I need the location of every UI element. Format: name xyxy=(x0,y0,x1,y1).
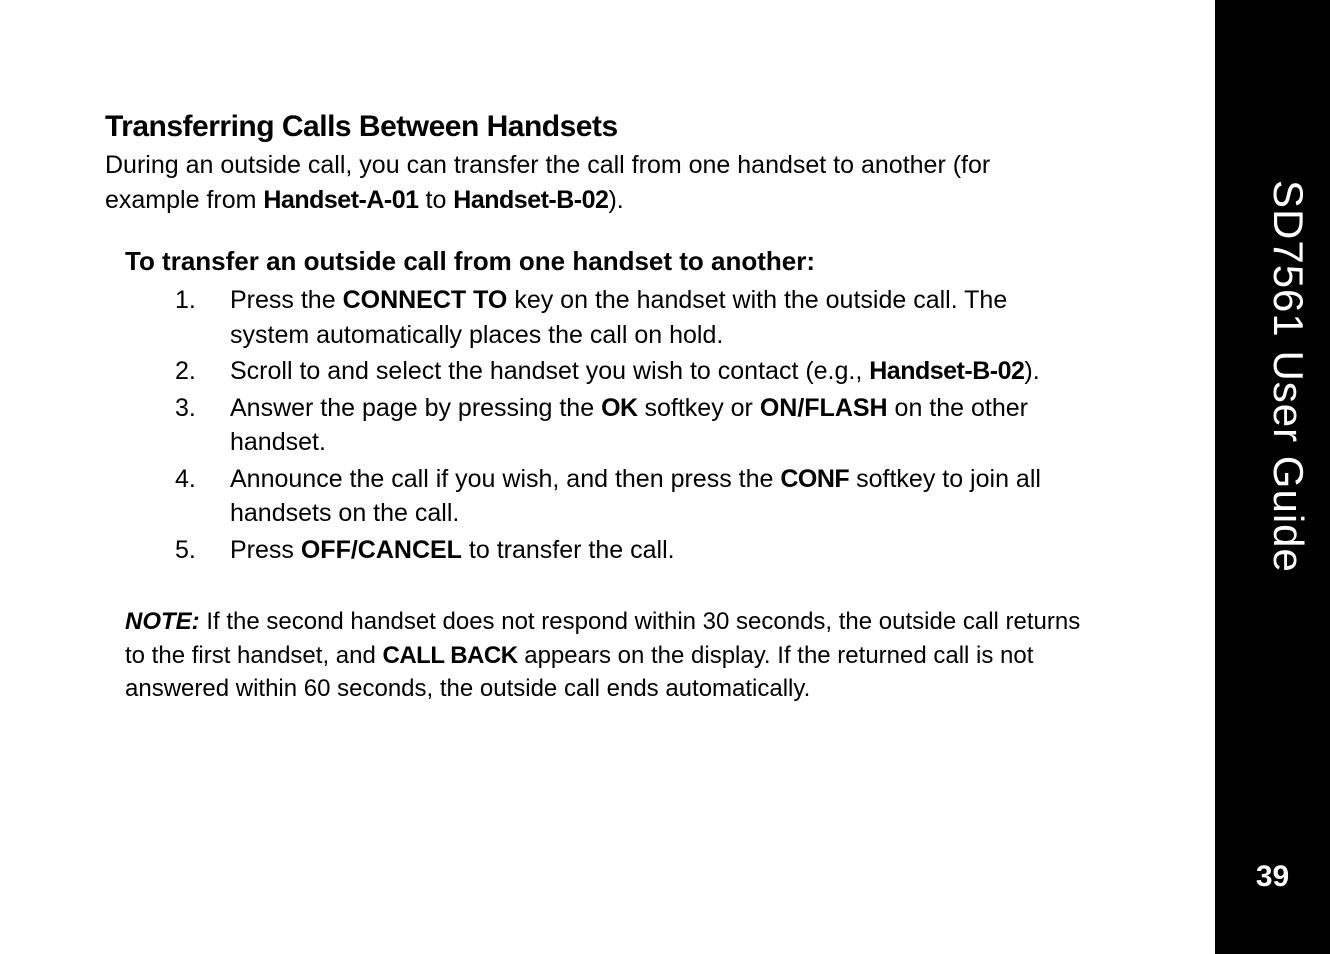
intro-text-after: ). xyxy=(608,186,623,214)
intro-paragraph: During an outside call, you can transfer… xyxy=(105,148,1065,218)
handset-a-label: Handset-A-01 xyxy=(263,186,418,214)
step-number: 4. xyxy=(165,462,230,531)
step-text-part: OFF/CANCEL xyxy=(301,536,462,564)
step-text: Press the CONNECT TO key on the handset … xyxy=(230,283,1065,352)
step-text-part: Scroll to and select the handset you wis… xyxy=(230,357,869,385)
note-text-part: CALL BACK xyxy=(383,642,518,669)
section-title: Transferring Calls Between Handsets xyxy=(105,110,1175,144)
step-text-part: ). xyxy=(1024,357,1039,385)
step-text-part: Handset-B-02 xyxy=(869,357,1024,385)
step-number: 3. xyxy=(165,391,230,460)
step-row: 1.Press the CONNECT TO key on the handse… xyxy=(165,283,1065,352)
step-number: 2. xyxy=(165,354,230,389)
step-text-part: ON/FLASH xyxy=(760,394,888,422)
step-row: 3.Answer the page by pressing the OK sof… xyxy=(165,391,1065,460)
step-text: Announce the call if you wish, and then … xyxy=(230,462,1065,531)
steps-list: 1.Press the CONNECT TO key on the handse… xyxy=(165,283,1065,567)
step-text-part: Press the xyxy=(230,286,343,314)
step-text-part: Answer the page by pressing the xyxy=(230,394,601,422)
page-container: Transferring Calls Between Handsets Duri… xyxy=(0,0,1330,954)
step-row: 4.Announce the call if you wish, and the… xyxy=(165,462,1065,531)
note-body: If the second handset does not respond w… xyxy=(125,608,1080,702)
sidebar: SD7561 User Guide 39 xyxy=(1215,0,1330,954)
step-text-part: CONF xyxy=(780,465,849,493)
step-text-part: OK xyxy=(601,394,638,422)
note-label: NOTE: xyxy=(125,608,200,635)
handset-b-label: Handset-B-02 xyxy=(453,186,608,214)
guide-title-vertical: SD7561 User Guide xyxy=(1264,180,1312,573)
note-paragraph: NOTE: If the second handset does not res… xyxy=(125,605,1105,706)
page-number: 39 xyxy=(1215,860,1330,894)
step-number: 5. xyxy=(165,533,230,568)
step-text: Scroll to and select the handset you wis… xyxy=(230,354,1065,389)
step-text-part: softkey or xyxy=(638,394,760,422)
step-text-part: to transfer the call. xyxy=(462,536,675,564)
step-text-part: Announce the call if you wish, and then … xyxy=(230,465,780,493)
step-text: Press OFF/CANCEL to transfer the call. xyxy=(230,533,1065,568)
step-text: Answer the page by pressing the OK softk… xyxy=(230,391,1065,460)
step-row: 2.Scroll to and select the handset you w… xyxy=(165,354,1065,389)
main-content: Transferring Calls Between Handsets Duri… xyxy=(0,0,1215,954)
step-row: 5.Press OFF/CANCEL to transfer the call. xyxy=(165,533,1065,568)
step-text-part: CONNECT TO xyxy=(343,286,508,314)
step-text-part: Press xyxy=(230,536,301,564)
intro-text-between: to xyxy=(419,186,454,214)
sub-heading: To transfer an outside call from one han… xyxy=(125,246,1175,277)
step-number: 1. xyxy=(165,283,230,352)
